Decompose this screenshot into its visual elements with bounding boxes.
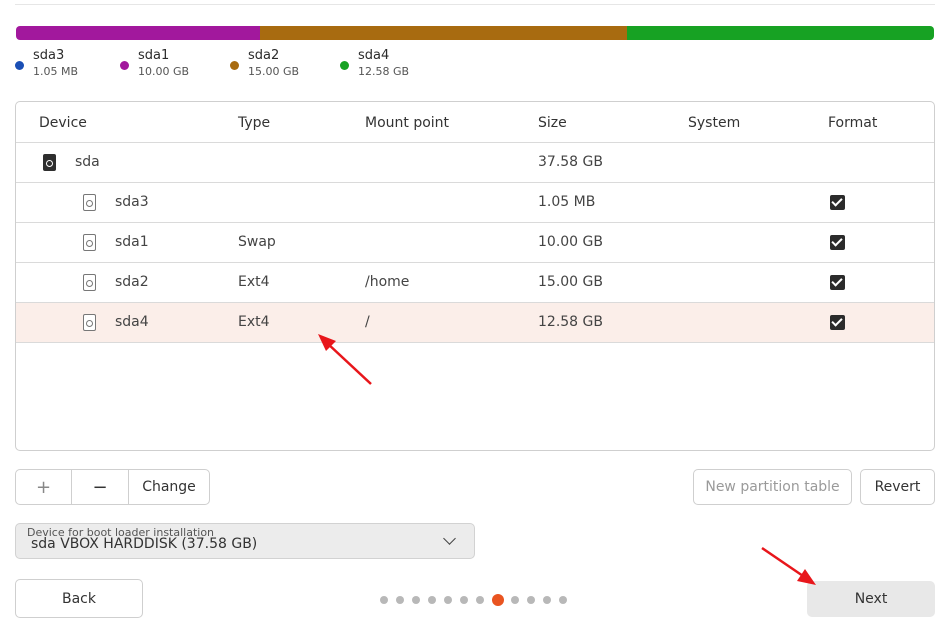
change-partition-button[interactable]: Change (129, 470, 209, 504)
size-value: 1.05 MB (538, 194, 596, 210)
step-dot (511, 596, 519, 604)
format-checkbox-icon[interactable] (830, 235, 845, 250)
add-partition-button[interactable]: + (16, 470, 72, 504)
legend-name: sda2 (248, 48, 280, 63)
column-header-size[interactable]: Size (538, 115, 567, 131)
step-dot (428, 596, 436, 604)
remove-partition-button[interactable]: − (72, 470, 129, 504)
size-value: 37.58 GB (538, 154, 603, 170)
legend-item-sda1: sda1 10.00 GB (120, 48, 230, 80)
legend-item-sda4: sda4 12.58 GB (340, 48, 450, 80)
legend-dot-icon (120, 61, 129, 70)
legend-dot-icon (230, 61, 239, 70)
usage-segment-sda2 (260, 26, 627, 40)
type-value: Swap (238, 234, 276, 250)
disk-usage-bar (16, 26, 934, 40)
format-checkbox-icon[interactable] (830, 315, 845, 330)
disk-drive-icon (43, 154, 56, 171)
table-header: Device Type Mount point Size System Form… (16, 102, 934, 143)
type-value: Ext4 (238, 314, 270, 330)
table-row-sda1[interactable]: sda1 Swap 10.00 GB (16, 223, 934, 263)
legend-size: 12.58 GB (358, 65, 410, 78)
format-checkbox-icon[interactable] (830, 195, 845, 210)
column-header-format[interactable]: Format (828, 115, 877, 131)
table-row-sda[interactable]: sda 37.58 GB (16, 143, 934, 183)
revert-button[interactable]: Revert (860, 469, 935, 505)
step-dot (444, 596, 452, 604)
device-name: sda4 (115, 314, 149, 330)
next-button[interactable]: Next (807, 581, 935, 617)
device-name: sda3 (115, 194, 149, 210)
step-dot (476, 596, 484, 604)
device-name: sda (75, 154, 100, 170)
device-name: sda2 (115, 274, 149, 290)
legend-item-sda2: sda2 15.00 GB (230, 48, 340, 80)
boot-loader-device-select[interactable]: Device for boot loader installation sda … (15, 523, 475, 559)
usage-legend: sda3 1.05 MB sda1 10.00 GB sda2 15.00 GB… (15, 48, 450, 80)
partition-icon (83, 194, 96, 211)
legend-name: sda3 (33, 48, 65, 63)
legend-name: sda1 (138, 48, 170, 63)
column-header-device[interactable]: Device (39, 115, 87, 131)
legend-name: sda4 (358, 48, 390, 63)
size-value: 15.00 GB (538, 274, 603, 290)
step-dot (527, 596, 535, 604)
size-value: 10.00 GB (538, 234, 603, 250)
type-value: Ext4 (238, 274, 270, 290)
legend-dot-icon (340, 61, 349, 70)
usage-segment-sda1 (16, 26, 261, 40)
step-dot (543, 596, 551, 604)
arrow-to-next-button (761, 546, 816, 585)
legend-size: 1.05 MB (33, 65, 79, 78)
table-row-sda3[interactable]: sda3 1.05 MB (16, 183, 934, 223)
legend-dot-icon (15, 61, 24, 70)
partition-icon (83, 274, 96, 291)
step-dot-current (492, 594, 504, 606)
step-dot (460, 596, 468, 604)
mount-value: / (365, 314, 370, 330)
column-header-mount-point[interactable]: Mount point (365, 115, 449, 131)
column-header-system[interactable]: System (688, 115, 740, 131)
partition-icon (83, 234, 96, 251)
step-dot (412, 596, 420, 604)
top-divider (15, 4, 935, 5)
boot-loader-value: sda VBOX HARDDISK (37.58 GB) (31, 536, 258, 552)
new-partition-table-button[interactable]: New partition table (693, 469, 852, 505)
step-dot (396, 596, 404, 604)
partition-icon (83, 314, 96, 331)
table-row-sda2[interactable]: sda2 Ext4 /home 15.00 GB (16, 263, 934, 303)
column-header-type[interactable]: Type (238, 115, 270, 131)
partition-table: Device Type Mount point Size System Form… (15, 101, 935, 451)
device-name: sda1 (115, 234, 149, 250)
chevron-down-icon (443, 532, 456, 545)
table-row-sda4[interactable]: sda4 Ext4 / 12.58 GB (16, 303, 934, 343)
format-checkbox-icon[interactable] (830, 275, 845, 290)
legend-size: 15.00 GB (248, 65, 300, 78)
back-button[interactable]: Back (15, 579, 143, 618)
size-value: 12.58 GB (538, 314, 603, 330)
mount-value: /home (365, 274, 410, 290)
step-dot (380, 596, 388, 604)
legend-size: 10.00 GB (138, 65, 190, 78)
step-indicator (380, 594, 575, 606)
legend-item-sda3: sda3 1.05 MB (15, 48, 120, 80)
step-dot (559, 596, 567, 604)
usage-segment-sda4 (626, 26, 934, 40)
partition-edit-buttons: + − Change (15, 469, 210, 505)
